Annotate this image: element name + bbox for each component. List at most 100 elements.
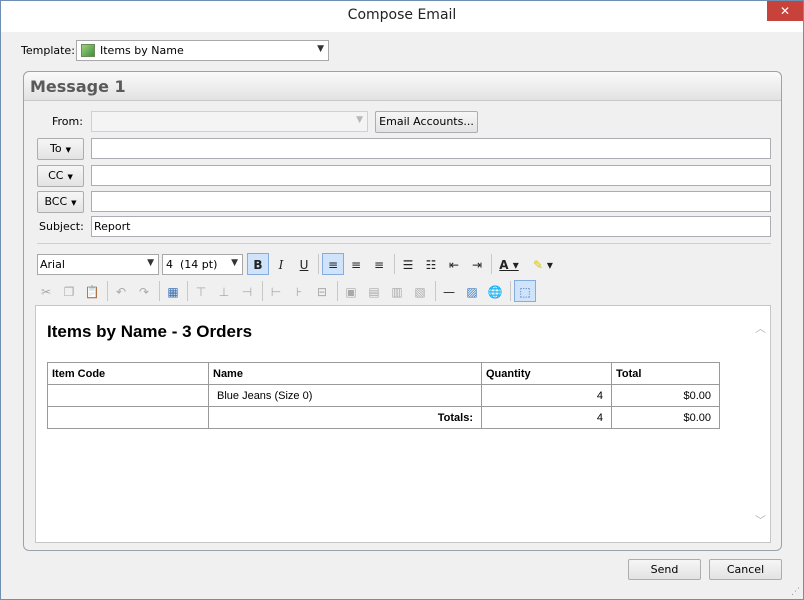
window-title: Compose Email bbox=[347, 7, 457, 23]
copy-icon[interactable]: ❐ bbox=[58, 280, 80, 302]
chevron-down-icon: ▼ bbox=[231, 258, 238, 268]
template-select[interactable]: Items by Name ▼ bbox=[76, 40, 329, 61]
totals-quantity: 4 bbox=[481, 406, 612, 429]
quantity-cell: 4 bbox=[481, 384, 612, 407]
to-button[interactable]: To ▼ bbox=[37, 138, 84, 160]
font-family-select[interactable]: Arial ▼ bbox=[37, 254, 159, 275]
font-size-value: 4 (14 pt) bbox=[166, 258, 218, 271]
message-header: Message 1 bbox=[24, 72, 781, 101]
bcc-field[interactable] bbox=[91, 191, 771, 212]
align-center-button[interactable]: ≡ bbox=[345, 253, 367, 275]
caret-down-icon: ▼ bbox=[67, 173, 73, 181]
insert-table-icon[interactable]: ▦ bbox=[162, 280, 184, 302]
insert-row-above-icon[interactable]: ⊤ bbox=[190, 280, 212, 302]
undo-icon[interactable]: ↶ bbox=[110, 280, 132, 302]
chevron-down-icon: ▼ bbox=[147, 258, 154, 268]
merge-cells-icon[interactable]: ▣ bbox=[340, 280, 362, 302]
cut-icon[interactable]: ✂ bbox=[35, 280, 57, 302]
insert-image-icon[interactable]: ▨ bbox=[461, 280, 483, 302]
horizontal-rule-icon[interactable]: — bbox=[438, 280, 460, 302]
cell-properties-icon[interactable]: ▥ bbox=[386, 280, 408, 302]
font-size-select[interactable]: 4 (14 pt) ▼ bbox=[162, 254, 243, 275]
underline-button[interactable]: U bbox=[293, 253, 315, 275]
cc-button-label: CC bbox=[48, 169, 64, 182]
cc-button[interactable]: CC ▼ bbox=[37, 165, 84, 187]
column-header: Total bbox=[611, 362, 720, 385]
template-label: Template: bbox=[21, 44, 75, 57]
highlight-color-button[interactable]: ✎ ▾ bbox=[527, 253, 559, 275]
delete-row-icon[interactable]: ⊣ bbox=[236, 280, 258, 302]
bcc-button[interactable]: BCC ▼ bbox=[37, 191, 84, 213]
name-cell: Blue Jeans (Size 0) bbox=[208, 384, 482, 407]
toolbar-separator bbox=[491, 254, 492, 274]
subject-label: Subject: bbox=[39, 220, 84, 233]
toolbar-separator bbox=[159, 281, 160, 301]
font-family-value: Arial bbox=[40, 258, 65, 271]
subject-field[interactable]: Report bbox=[91, 216, 771, 237]
totals-label: Totals: bbox=[208, 406, 482, 429]
align-left-button[interactable]: ≡ bbox=[322, 253, 344, 275]
toolbar-separator bbox=[510, 281, 511, 301]
editor-scrollbar[interactable]: ︿ ﹀ bbox=[753, 306, 770, 542]
redo-icon[interactable]: ↷ bbox=[133, 280, 155, 302]
chevron-down-icon: ▼ bbox=[317, 44, 324, 54]
to-field[interactable] bbox=[91, 138, 771, 159]
font-color-button[interactable]: A ▾ bbox=[494, 253, 524, 275]
totals-empty-cell bbox=[47, 406, 209, 429]
italic-button[interactable]: I bbox=[270, 253, 292, 275]
bullet-list-button[interactable]: ☰ bbox=[397, 253, 419, 275]
split-cells-icon[interactable]: ▤ bbox=[363, 280, 385, 302]
scroll-down-icon[interactable]: ﹀ bbox=[755, 512, 766, 528]
resize-grip-icon[interactable]: ⋰ bbox=[791, 587, 801, 597]
numbered-list-button[interactable]: ☷ bbox=[420, 253, 442, 275]
delete-column-icon[interactable]: ⊟ bbox=[311, 280, 333, 302]
compose-email-window: Compose Email ✕ Template: Items by Name … bbox=[0, 0, 804, 600]
close-button[interactable]: ✕ bbox=[767, 1, 803, 21]
toolbar-separator bbox=[187, 281, 188, 301]
show-borders-icon[interactable]: ⬚ bbox=[514, 280, 536, 302]
divider bbox=[37, 243, 771, 244]
toolbar-separator bbox=[107, 281, 108, 301]
insert-link-icon[interactable]: 🌐 bbox=[484, 280, 506, 302]
toolbar-separator bbox=[337, 281, 338, 301]
cc-field[interactable] bbox=[91, 165, 771, 186]
column-header: Name bbox=[208, 362, 482, 385]
message-body-editor[interactable]: Items by Name - 3 Orders Item Code Name … bbox=[35, 305, 771, 543]
email-accounts-button[interactable]: Email Accounts... bbox=[375, 111, 478, 133]
column-header: Item Code bbox=[47, 362, 209, 385]
chevron-down-icon: ▼ bbox=[356, 115, 363, 125]
title-bar: Compose Email ✕ bbox=[1, 1, 803, 32]
template-value: Items by Name bbox=[100, 44, 184, 57]
toolbar-separator bbox=[435, 281, 436, 301]
caret-down-icon: ▼ bbox=[71, 199, 77, 207]
outdent-button[interactable]: ⇤ bbox=[443, 253, 465, 275]
total-cell: $0.00 bbox=[611, 384, 720, 407]
from-select[interactable]: ▼ bbox=[91, 111, 368, 132]
insert-column-right-icon[interactable]: ⊦ bbox=[288, 280, 310, 302]
from-label: From: bbox=[52, 115, 83, 128]
align-right-button[interactable]: ≡ bbox=[368, 253, 390, 275]
totals-row: Totals: 4 $0.00 bbox=[47, 406, 720, 429]
item-code-cell bbox=[47, 384, 209, 407]
cancel-button[interactable]: Cancel bbox=[709, 559, 782, 580]
scroll-up-icon[interactable]: ︿ bbox=[755, 320, 766, 336]
send-button[interactable]: Send bbox=[628, 559, 701, 580]
table-properties-icon[interactable]: ▧ bbox=[409, 280, 431, 302]
toolbar-separator bbox=[262, 281, 263, 301]
paste-icon[interactable]: 📋 bbox=[81, 280, 103, 302]
bcc-button-label: BCC bbox=[44, 195, 68, 208]
toolbar-separator bbox=[318, 254, 319, 274]
indent-button[interactable]: ⇥ bbox=[466, 253, 488, 275]
insert-row-below-icon[interactable]: ⊥ bbox=[213, 280, 235, 302]
totals-total: $0.00 bbox=[611, 406, 720, 429]
bold-button[interactable]: B bbox=[247, 253, 269, 275]
message-title: Message 1 bbox=[30, 77, 126, 96]
template-icon bbox=[81, 44, 95, 57]
caret-down-icon: ▼ bbox=[65, 146, 71, 154]
report-table: Item Code Name Quantity Total Blue Jeans… bbox=[47, 362, 720, 429]
table-header-row: Item Code Name Quantity Total bbox=[47, 362, 720, 385]
insert-column-left-icon[interactable]: ⊢ bbox=[265, 280, 287, 302]
subject-value: Report bbox=[94, 220, 131, 233]
toolbar-separator bbox=[394, 254, 395, 274]
column-header: Quantity bbox=[481, 362, 612, 385]
